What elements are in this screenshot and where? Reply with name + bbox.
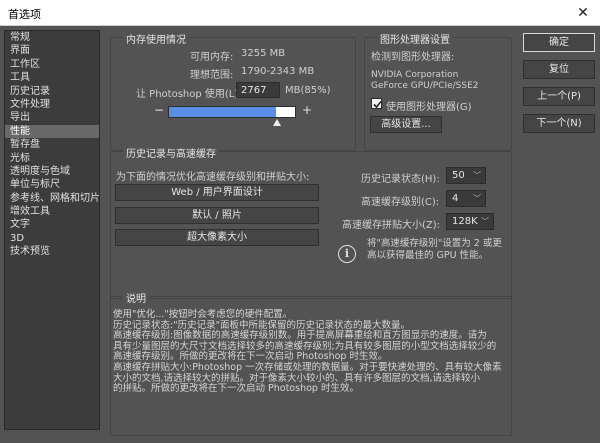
advanced-settings-button[interactable]: 高级设置... [370,116,442,133]
cache-tip-line2: 高以获得最佳的 GPU 性能。 [367,250,489,261]
cache-levels-select[interactable]: 4 ﹀ [446,190,486,207]
ram-usage-fill [169,107,277,117]
sidebar-item-workspace[interactable]: 工作区 [5,58,99,71]
available-ram-label: 可用内存: [190,52,234,63]
sidebar-item-scratch-disks[interactable]: 暂存盘 [5,138,99,151]
sidebar-item-tools[interactable]: 工具 [5,71,99,84]
sidebar-item-units-rulers[interactable]: 单位与标尺 [5,178,99,191]
gpu-vendor: NVIDIA Corporation [371,70,459,80]
window-title: 首选项 [8,8,41,21]
info-icon: i [338,245,356,263]
chevron-down-icon: ﹀ [473,171,481,180]
increase-ram-button[interactable]: + [302,103,312,117]
ram-usage-slider[interactable] [168,106,296,118]
ok-button[interactable]: 确定 [523,33,595,52]
close-icon[interactable]: ✕ [566,0,600,26]
description-text: 使用"优化..."按钮时会考虑您的硬件配置。 历史记录状态:"历史记录"面板中所… [113,309,571,395]
sidebar-item-general[interactable]: 常规 [5,31,99,44]
description-line: 高速缓存拼贴大小:Photoshop 一次存储或处理的数据量。对于要快速处理的、… [113,361,502,373]
detected-gpu-label: 检测到图形处理器: [371,52,455,63]
category-list: 常规 界面 工作区 工具 历史记录 文件处理 导出 性能 暂存盘 光标 透明度与… [4,30,100,430]
chevron-down-icon: ﹀ [481,217,489,226]
chevron-down-icon: ﹀ [473,194,481,203]
reset-button[interactable]: 复位 [523,60,595,79]
cache-levels-value: 4 [452,193,459,204]
cache-tile-size-value: 128K [452,216,478,227]
dialog-content: 常规 界面 工作区 工具 历史记录 文件处理 导出 性能 暂存盘 光标 透明度与… [0,26,600,443]
description-title: 说明 [123,290,149,305]
sidebar-item-history[interactable]: 历史记录 [5,85,99,98]
ideal-range-value: 1790-2343 MB [241,66,315,77]
sidebar-item-transparency-gamut[interactable]: 透明度与色域 [5,165,99,178]
cache-tile-size-label: 高速缓存拼贴大小(Z): [342,220,441,231]
history-cache-title: 历史记录与高速缓存 [123,145,219,160]
sidebar-item-export[interactable]: 导出 [5,111,99,124]
sidebar-item-performance[interactable]: 性能 [5,124,99,139]
history-states-label: 历史记录状态(H): [361,174,440,185]
optimize-hint: 为下面的情况优化高速缓存级别和拼贴大小: [116,172,310,183]
ram-usage-slider-thumb[interactable] [272,119,281,126]
cache-levels-label: 高速缓存级别(C): [361,197,440,208]
previous-button[interactable]: 上一个(P) [523,87,595,106]
sidebar-item-guides-grid-slices[interactable]: 参考线、网格和切片 [5,192,100,205]
preset-huge-pixel-button[interactable]: 超大像素大小 [115,229,319,246]
sidebar-item-technology-previews[interactable]: 技术预览 [5,245,99,258]
preset-web-ui-button[interactable]: Web / 用户界面设计 [115,184,319,201]
gpu-model: GeForce GPU/PCIe/SSE2 [371,81,479,91]
ram-usage-unit: MB(85%) [285,85,331,96]
sidebar-item-3d[interactable]: 3D [5,232,99,245]
description-line: 的拼贴。所做的更改将在下一次启动 Photoshop 时生效。 [113,383,359,395]
history-states-select[interactable]: 50 ﹀ [446,167,486,184]
available-ram-value: 3255 MB [241,48,286,59]
next-button[interactable]: 下一个(N) [523,114,595,133]
sidebar-item-file-handling[interactable]: 文件处理 [5,98,99,111]
checkmark-icon [373,100,382,109]
preset-default-photos-button[interactable]: 默认 / 照片 [115,207,319,224]
cache-tile-size-select[interactable]: 128K ﹀ [446,213,494,230]
use-gpu-label[interactable]: 使用图形处理器(G) [386,98,472,113]
gpu-settings-title: 图形处理器设置 [377,31,453,46]
ideal-range-label: 理想范围: [190,70,234,81]
use-gpu-checkbox[interactable] [371,98,382,109]
description-line: 使用"优化..."按钮时会考虑您的硬件配置。 [113,309,293,320]
history-states-value: 50 [452,170,465,181]
sidebar-item-plugins[interactable]: 增效工具 [5,205,99,218]
decrease-ram-button[interactable]: − [154,103,164,117]
memory-usage-title: 内存使用情况 [123,31,189,46]
title-bar: 首选项 ✕ [0,0,600,26]
sidebar-item-type[interactable]: 文字 [5,218,99,231]
sidebar-item-cursors[interactable]: 光标 [5,152,99,165]
let-photoshop-use-label: 让 Photoshop 使用(L): [136,89,242,100]
ram-usage-input[interactable]: 2767 [236,82,280,98]
sidebar-item-interface[interactable]: 界面 [5,44,99,57]
